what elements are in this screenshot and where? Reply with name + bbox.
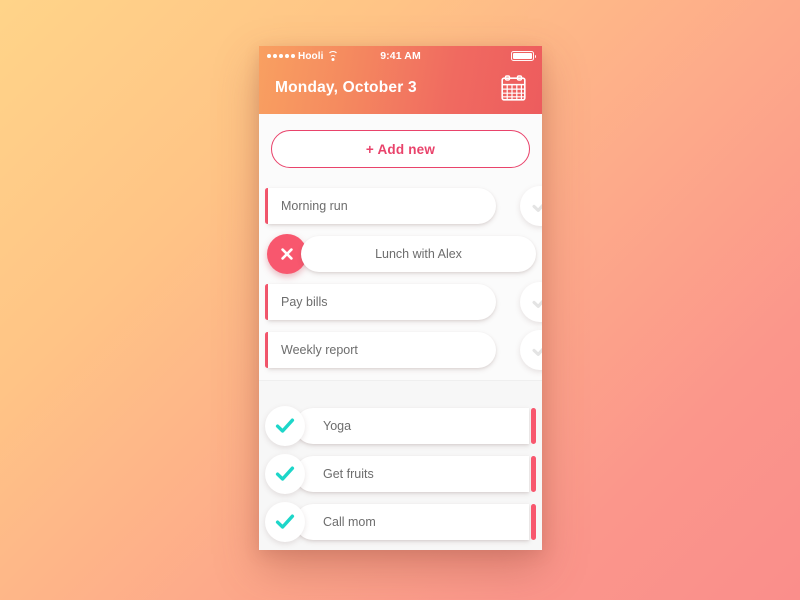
priority-bar <box>531 456 536 492</box>
page-title: Monday, October 3 <box>275 79 417 96</box>
carrier-label: Hooli <box>298 50 324 62</box>
task-pill[interactable]: Call mom <box>295 504 529 540</box>
task-row[interactable]: Morning run <box>259 182 542 230</box>
task-row[interactable]: Pay bills <box>259 278 542 326</box>
task-label: Morning run <box>281 199 348 213</box>
task-label: Weekly report <box>281 343 358 357</box>
calendar-icon[interactable] <box>501 75 526 101</box>
app-header: Hooli 9:41 AM Monday, October 3 <box>259 46 542 114</box>
task-pill[interactable]: Lunch with Alex <box>301 236 536 272</box>
section-divider <box>259 380 542 394</box>
app-backdrop: Hooli 9:41 AM Monday, October 3 + Add ne… <box>0 0 800 600</box>
task-label: Get fruits <box>323 467 374 481</box>
task-row[interactable]: Weekly report <box>259 326 542 374</box>
task-list-content: + Add new Morning run Lunch with Alex Pa… <box>259 114 542 550</box>
phone-screen: Hooli 9:41 AM Monday, October 3 + Add ne… <box>259 46 542 550</box>
check-done-icon[interactable] <box>265 502 305 542</box>
add-new-button[interactable]: + Add new <box>271 130 530 168</box>
task-label: Lunch with Alex <box>375 247 462 261</box>
signal-dots-icon <box>267 54 295 58</box>
add-new-section: + Add new <box>259 114 542 178</box>
task-pill[interactable]: Pay bills <box>268 284 496 320</box>
task-row[interactable]: Yoga <box>259 402 542 450</box>
task-pill[interactable]: Morning run <box>268 188 496 224</box>
priority-bar <box>531 408 536 444</box>
battery-full-icon <box>511 51 537 61</box>
pending-tasks-section: Morning run Lunch with Alex Pay bills We… <box>259 178 542 380</box>
task-row[interactable]: Lunch with Alex <box>259 230 542 278</box>
completed-tasks-section: Yoga Get fruits Call mom <box>259 394 542 546</box>
task-pill[interactable]: Weekly report <box>268 332 496 368</box>
wifi-icon <box>327 50 339 61</box>
status-bar-left: Hooli <box>267 50 380 62</box>
check-circle-icon[interactable] <box>520 186 542 226</box>
task-row[interactable]: Call mom <box>259 498 542 546</box>
clock-label: 9:41 AM <box>380 50 421 62</box>
check-circle-icon[interactable] <box>520 330 542 370</box>
priority-bar <box>531 504 536 540</box>
task-label: Pay bills <box>281 295 328 309</box>
task-row[interactable]: Get fruits <box>259 450 542 498</box>
task-label: Yoga <box>323 419 352 433</box>
check-done-icon[interactable] <box>265 406 305 446</box>
status-bar-right <box>421 51 537 61</box>
task-pill[interactable]: Get fruits <box>295 456 529 492</box>
status-bar: Hooli 9:41 AM <box>259 46 542 66</box>
task-pill[interactable]: Yoga <box>295 408 529 444</box>
check-circle-icon[interactable] <box>520 282 542 322</box>
check-done-icon[interactable] <box>265 454 305 494</box>
task-label: Call mom <box>323 515 376 529</box>
title-bar: Monday, October 3 <box>259 66 542 114</box>
